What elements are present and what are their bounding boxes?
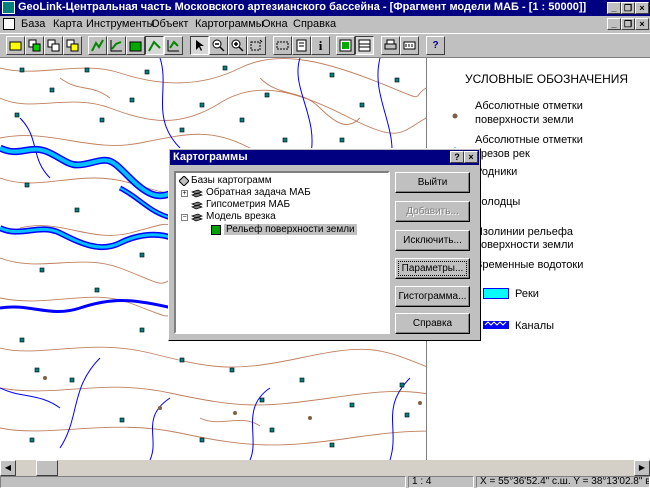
status-bar: 1 : 4 X = 55°36'52.4" с.ш. Y = 38°13'02.…	[0, 476, 650, 488]
menu-base[interactable]: База	[21, 18, 45, 30]
exit-button[interactable]: Выйти	[395, 172, 470, 193]
collapse-icon[interactable]: −	[181, 214, 188, 221]
legend-item4: Колодцы	[475, 196, 521, 208]
legend-title: УСЛОВНЫЕ ОБОЗНАЧЕНИЯ	[465, 72, 629, 86]
chart-active-icon[interactable]	[145, 36, 164, 55]
horizontal-scrollbar[interactable]: ◀ ▶	[0, 460, 650, 476]
identify-icon[interactable]	[292, 36, 311, 55]
chart-icon[interactable]	[88, 36, 107, 55]
status-scale: 1 : 4	[408, 476, 474, 488]
dialog-help-button[interactable]: ?	[450, 151, 464, 163]
pointer-icon[interactable]	[190, 36, 209, 55]
menu-help[interactable]: Справка	[293, 18, 336, 30]
toolbar: i ?	[0, 33, 650, 58]
cartogram-tree[interactable]: Базы картограмм + Обратная задача МАБ Ги…	[174, 171, 390, 334]
child-close-button[interactable]: ×	[635, 18, 649, 30]
dialog-title: Картограммы	[173, 151, 248, 163]
legend-item3: Родники	[475, 166, 518, 178]
legend-item7: Реки	[515, 288, 539, 300]
menu-bar: База Карта Инструменты Объект Картограмм…	[0, 16, 650, 33]
legend-item2-line1: Абсолютные отметки	[475, 134, 583, 146]
layers-props-icon[interactable]	[63, 36, 82, 55]
zoom-frame-icon[interactable]	[247, 36, 266, 55]
scroll-thumb[interactable]	[36, 460, 58, 476]
layers-stack-icon	[191, 213, 203, 222]
doc-icon[interactable]	[3, 18, 15, 30]
layers-view-icon[interactable]	[336, 36, 355, 55]
child-minimize-button[interactable]: _	[607, 18, 621, 30]
chart-axis-icon[interactable]	[164, 36, 183, 55]
minimize-button[interactable]: _	[607, 2, 621, 14]
chart-green-icon[interactable]	[126, 36, 145, 55]
menu-windows[interactable]: Окна	[262, 18, 288, 30]
tree-node-relief-selected[interactable]: Рельеф поверхности земли	[224, 224, 357, 235]
cartograms-dialog: Картограммы ? × Базы картограмм + Обратн…	[168, 148, 481, 341]
river-main	[0, 144, 174, 313]
print-icon[interactable]	[381, 36, 400, 55]
status-coordinates: X = 55°36'52.4" с.ш. Y = 38°13'02.8" в.д…	[476, 476, 650, 488]
add-button[interactable]: Добавить...	[395, 201, 470, 222]
canal-swatch	[483, 321, 509, 329]
help-icon[interactable]: ?	[426, 36, 445, 55]
legend-item2-line2: врезов рек	[475, 148, 530, 160]
open-icon[interactable]	[6, 36, 25, 55]
legend-item6: Временные водотоки	[475, 259, 584, 271]
legend-item1-line1: Абсолютные отметки	[475, 100, 583, 112]
river-swatch	[483, 288, 509, 299]
legend-item5-line2: поверхности земли	[475, 239, 574, 251]
tree-node-hypsometry[interactable]: Гипсометрия МАБ	[206, 199, 290, 210]
status-message	[0, 476, 406, 488]
elevation-point-icon	[452, 113, 458, 119]
table-icon[interactable]	[355, 36, 374, 55]
layers-icon[interactable]	[25, 36, 44, 55]
chart-edit-icon[interactable]	[107, 36, 126, 55]
scale-icon[interactable]	[400, 36, 419, 55]
dialog-titlebar[interactable]: Картограммы ? ×	[170, 150, 479, 165]
scroll-left-button[interactable]: ◀	[0, 460, 16, 476]
menu-cartograms[interactable]: Картограммы	[195, 18, 264, 30]
child-restore-button[interactable]: ❐	[621, 18, 635, 30]
parameters-button[interactable]: Параметры...	[395, 258, 470, 279]
relief-layer-icon	[211, 225, 221, 235]
exclude-button[interactable]: Исключить...	[395, 230, 470, 251]
tree-root[interactable]: Базы картограмм	[191, 175, 272, 186]
diamond-icon	[179, 176, 189, 186]
menu-map[interactable]: Карта	[53, 18, 82, 30]
dialog-close-button[interactable]: ×	[464, 151, 478, 163]
window-titlebar[interactable]: GeoLink-Центральная часть Московского ар…	[0, 0, 650, 16]
layers-copy-icon[interactable]	[44, 36, 63, 55]
zoom-in-icon[interactable]	[228, 36, 247, 55]
menu-object[interactable]: Объект	[151, 18, 188, 30]
window-title: GeoLink-Центральная часть Московского ар…	[18, 1, 587, 13]
tree-node-model-incision[interactable]: Модель врезка	[206, 211, 276, 222]
restore-button[interactable]: ❐	[621, 2, 635, 14]
zoom-out-icon[interactable]	[209, 36, 228, 55]
help-button[interactable]: Справка	[395, 313, 470, 334]
legend-item5-line1: Изолинии рельефа	[475, 226, 573, 238]
tree-node-inverse-task[interactable]: Обратная задача МАБ	[206, 187, 311, 198]
legend-item1-line2: поверхности земли	[475, 114, 574, 126]
legend-item8: Каналы	[515, 320, 555, 332]
histogram-button[interactable]: Гистограмма...	[395, 286, 470, 307]
select-rect-icon[interactable]	[273, 36, 292, 55]
layers-stack-icon	[191, 201, 203, 210]
close-button[interactable]: ×	[635, 2, 649, 14]
expand-icon[interactable]: +	[181, 190, 188, 197]
info-icon[interactable]: i	[311, 36, 330, 55]
app-icon[interactable]	[2, 1, 15, 14]
layers-stack-icon	[191, 189, 203, 198]
scroll-right-button[interactable]: ▶	[634, 460, 650, 476]
menu-tools[interactable]: Инструменты	[86, 18, 155, 30]
